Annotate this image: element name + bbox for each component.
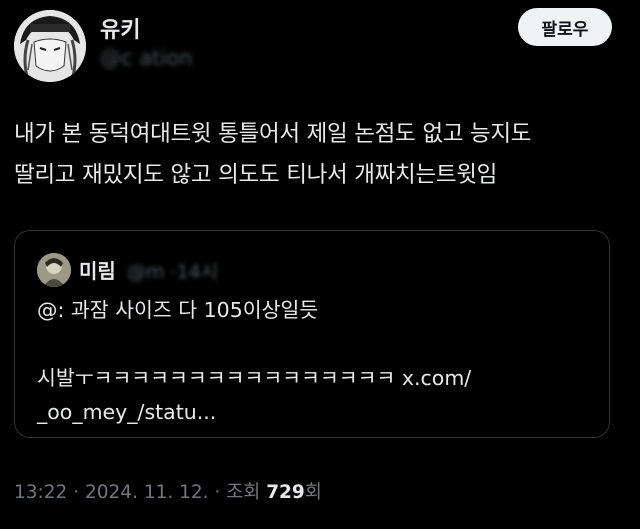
quote-author-handle: @m ·14시 (127, 261, 219, 283)
tweet-date[interactable]: 2024. 11. 12. (85, 482, 209, 503)
author-handle[interactable]: @c ation (100, 46, 192, 70)
quote-text-line: @: 과잠 사이즈 다 105이상일듯 (37, 298, 319, 322)
meta-separator: · (214, 482, 221, 503)
quote-text-line: 시발ㅜㅋㅋㅋㅋㅋㅋㅋㅋㅋㅋㅋㅋㅋㅋㅋㅋ x.com/ (37, 366, 472, 390)
quote-tweet-card[interactable]: 미림 @m ·14시 @: 과잠 사이즈 다 105이상일듯 시발ㅜㅋㅋㅋㅋㅋㅋ… (14, 230, 610, 438)
quote-text-line (37, 327, 597, 361)
quote-author-avatar (37, 253, 71, 287)
views-suffix: 회 (304, 482, 322, 503)
author-avatar[interactable] (14, 10, 86, 82)
tweet-time[interactable]: 13:22 (14, 482, 67, 503)
tweet-text-line: 내가 본 동덕여대트윗 통틀어서 제일 논점도 없고 능지도 (14, 121, 532, 147)
follow-button[interactable]: 팔로우 (518, 8, 612, 46)
tweet-header: 유키 @c ation 팔로우 (0, 0, 640, 96)
views-count: 729 (266, 482, 305, 503)
tweet-meta: 13:22 · 2024. 11. 12. · 조회 729회 (14, 478, 322, 504)
tweet-text: 내가 본 동덕여대트윗 통틀어서 제일 논점도 없고 능지도 딸리고 재밌지도 … (14, 114, 626, 196)
author-display-name[interactable]: 유키 (100, 12, 140, 44)
quote-text: @: 과잠 사이즈 다 105이상일듯 시발ㅜㅋㅋㅋㅋㅋㅋㅋㅋㅋㅋㅋㅋㅋㅋㅋㅋ … (37, 293, 597, 429)
meta-separator: · (73, 482, 80, 503)
quote-text-line: _oo_mey_/statu... (37, 400, 217, 424)
views-label: 조회 (226, 482, 261, 503)
tweet-text-line: 딸리고 재밌지도 않고 의도도 티나서 개짜치는트윗임 (14, 162, 498, 188)
quote-author-name: 미림 (79, 259, 116, 283)
